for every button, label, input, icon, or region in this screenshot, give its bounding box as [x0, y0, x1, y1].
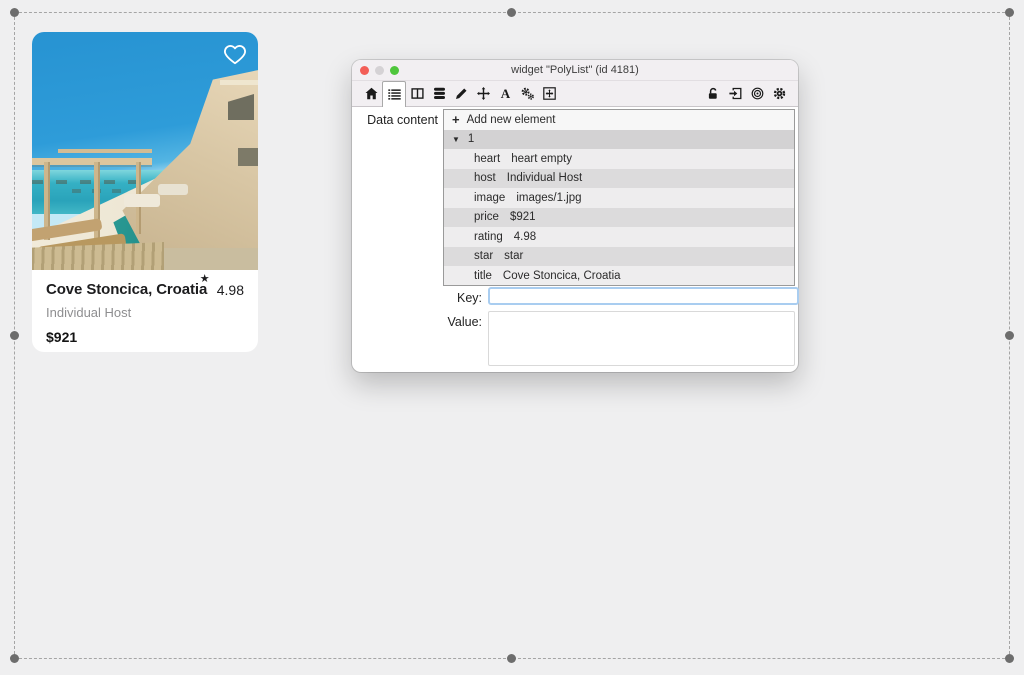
- listing-price: $921: [46, 329, 78, 345]
- data-content-list[interactable]: + Add new element ▼ 1 heart heart empty h…: [443, 109, 795, 286]
- dialog-toolbar: A: [352, 81, 798, 107]
- dialog-titlebar[interactable]: widget "PolyList" (id 4181): [352, 60, 798, 81]
- resize-handle-bottom-right[interactable]: [1005, 654, 1014, 663]
- resize-handle-bottom-left[interactable]: [10, 654, 19, 663]
- frame-arrows-icon[interactable]: [538, 81, 560, 106]
- import-icon[interactable]: [724, 81, 746, 106]
- svg-text:A: A: [500, 87, 510, 100]
- star-icon: ★: [199, 273, 210, 285]
- data-row[interactable]: star star: [444, 246, 794, 266]
- cogs-icon[interactable]: [516, 81, 538, 106]
- add-new-element-row[interactable]: + Add new element: [444, 110, 794, 130]
- data-row[interactable]: heart heart empty: [444, 149, 794, 169]
- data-content-label: Data content: [367, 113, 438, 127]
- resize-handle-middle-right[interactable]: [1005, 330, 1014, 340]
- resize-handle-bottom-center[interactable]: [507, 654, 516, 663]
- listing-host: Individual Host: [46, 305, 132, 320]
- close-button[interactable]: [360, 65, 369, 75]
- data-row[interactable]: price $921: [444, 207, 794, 227]
- zoom-button[interactable]: [390, 65, 399, 75]
- resize-handle-top-left[interactable]: [10, 8, 19, 17]
- listing-photo: [32, 32, 258, 270]
- resize-handle-middle-left[interactable]: [10, 330, 19, 340]
- listing-rating: ★ 4.98: [199, 273, 244, 298]
- dialog-body: Data content + Add new element ▼ 1 heart…: [352, 107, 799, 373]
- list-tab-icon[interactable]: [382, 81, 406, 107]
- data-row[interactable]: rating 4.98: [444, 227, 794, 247]
- columns-icon[interactable]: [406, 81, 428, 106]
- collapse-arrow-icon[interactable]: ▼: [452, 135, 460, 144]
- data-row[interactable]: title Cove Stoncica, Croatia: [444, 266, 794, 285]
- data-row[interactable]: image images/1.jpg: [444, 188, 794, 208]
- database-icon[interactable]: [428, 81, 450, 106]
- resize-handle-top-right[interactable]: [1005, 8, 1014, 17]
- font-icon[interactable]: A: [494, 81, 516, 106]
- card-footer: Cove Stoncica, Croatia ★ 4.98 Individual…: [32, 270, 258, 345]
- listing-title: Cove Stoncica, Croatia: [46, 281, 208, 298]
- move-icon[interactable]: [472, 81, 494, 106]
- minimize-button[interactable]: [375, 65, 384, 75]
- gear-icon[interactable]: [768, 81, 790, 106]
- key-input[interactable]: [488, 287, 799, 305]
- polylist-card[interactable]: Cove Stoncica, Croatia ★ 4.98 Individual…: [32, 32, 258, 352]
- value-label: Value:: [447, 315, 482, 329]
- add-icon: +: [452, 112, 460, 128]
- heart-icon[interactable]: [223, 43, 247, 67]
- key-label: Key:: [456, 291, 482, 305]
- dialog-title: widget "PolyList" (id 4181): [511, 64, 639, 76]
- widget-editor-dialog: widget "PolyList" (id 4181) A Data conte…: [352, 60, 799, 373]
- pencil-icon[interactable]: [450, 81, 472, 106]
- value-textarea[interactable]: [488, 311, 795, 366]
- group-row[interactable]: ▼ 1: [444, 129, 794, 149]
- unlock-icon[interactable]: [702, 81, 724, 106]
- home-icon[interactable]: [360, 81, 382, 106]
- target-icon[interactable]: [746, 81, 768, 106]
- data-row[interactable]: host Individual Host: [444, 168, 794, 188]
- resize-handle-top-center[interactable]: [507, 8, 516, 17]
